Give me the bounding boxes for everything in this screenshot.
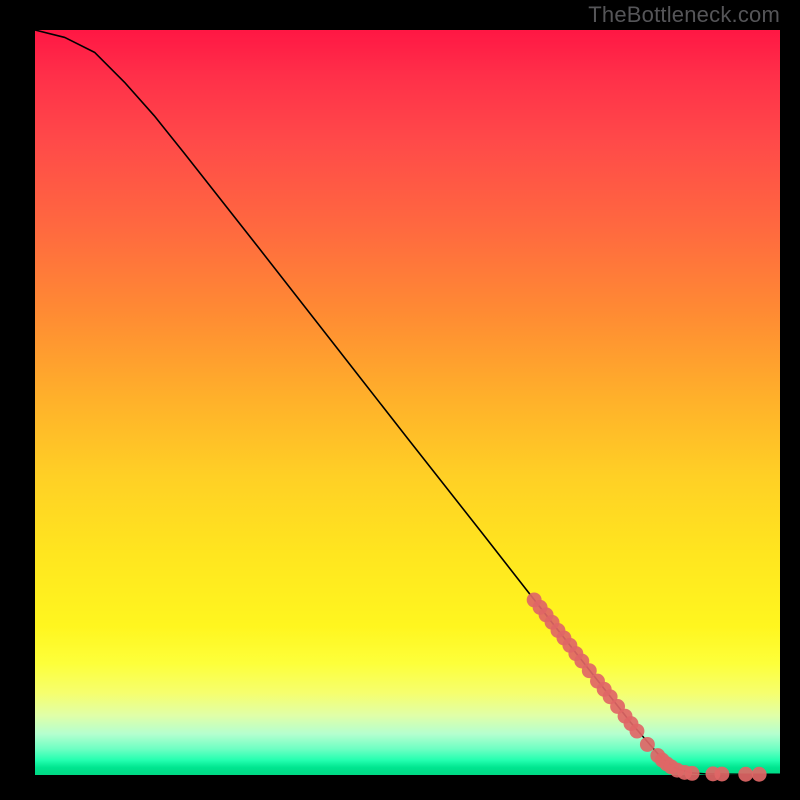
watermark-text: TheBottleneck.com bbox=[588, 2, 780, 28]
data-marker bbox=[630, 724, 645, 739]
plot-area bbox=[35, 30, 780, 775]
data-markers-group bbox=[527, 592, 767, 781]
data-marker bbox=[685, 766, 700, 781]
bottleneck-curve bbox=[35, 30, 780, 774]
data-marker bbox=[738, 767, 753, 782]
data-marker bbox=[714, 767, 729, 782]
data-marker bbox=[752, 767, 767, 782]
data-marker bbox=[640, 737, 655, 752]
chart-frame: TheBottleneck.com bbox=[0, 0, 800, 800]
chart-svg bbox=[35, 30, 780, 775]
